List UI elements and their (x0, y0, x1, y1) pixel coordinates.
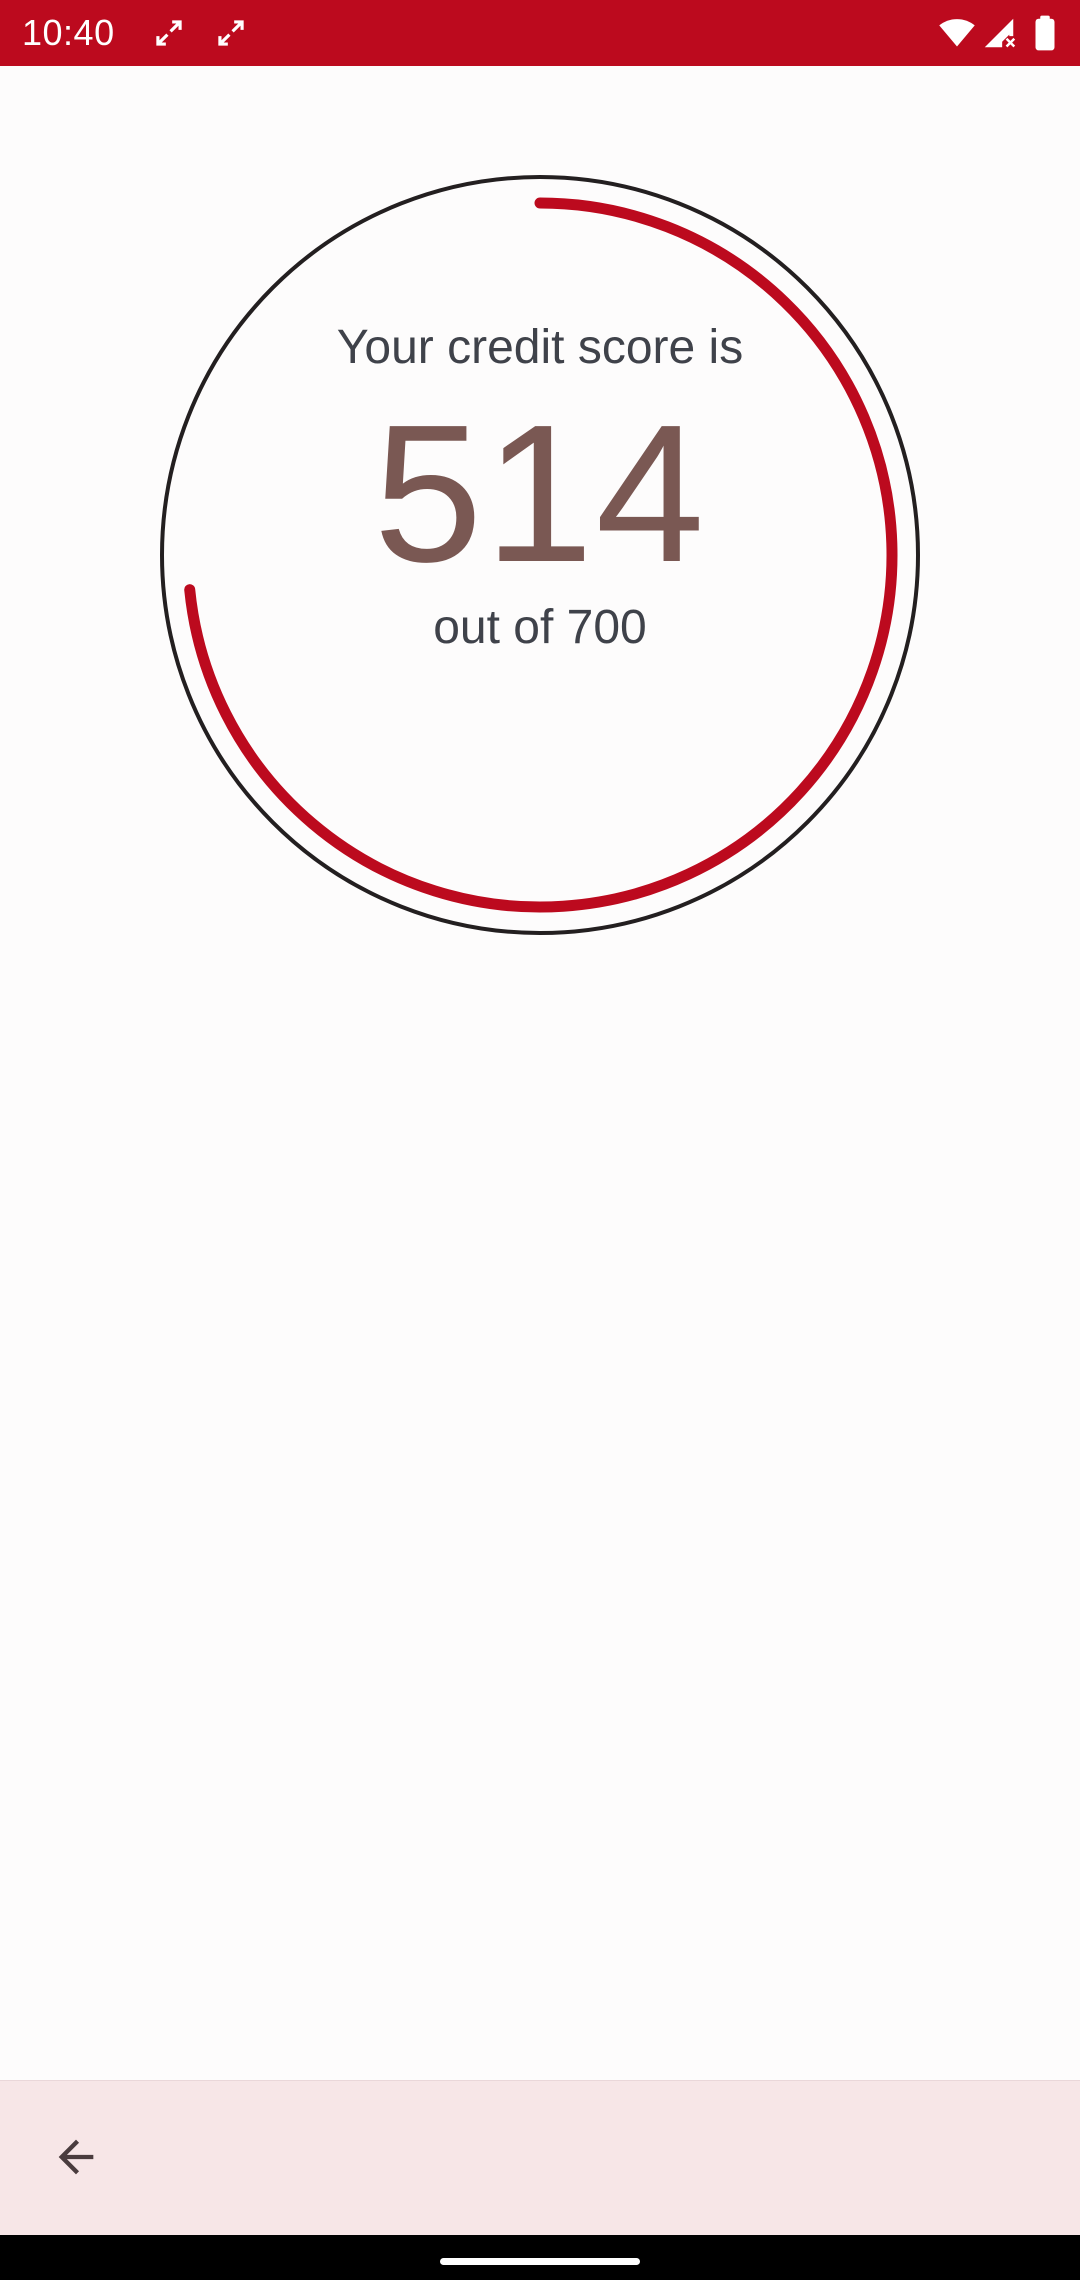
score-max-label: out of 700 (433, 601, 647, 654)
score-caption: Your credit score is (336, 321, 744, 374)
bottom-app-bar (0, 2080, 1080, 2235)
system-navigation-bar (0, 2235, 1080, 2280)
main-content: Your credit score is 514 out of 700 (0, 66, 1080, 2080)
expand-arrows-icon (212, 14, 250, 52)
battery-icon (1030, 14, 1060, 52)
back-button[interactable] (36, 2117, 116, 2197)
wifi-icon (936, 14, 978, 52)
status-bar: 10:40 (0, 0, 1080, 66)
home-indicator[interactable] (440, 2258, 640, 2265)
expand-arrows-icon (150, 14, 188, 52)
status-time: 10:40 (22, 12, 115, 53)
arrow-left-icon (58, 2139, 94, 2175)
signal-no-data-icon (980, 14, 1018, 52)
score-value: 514 (373, 384, 707, 603)
